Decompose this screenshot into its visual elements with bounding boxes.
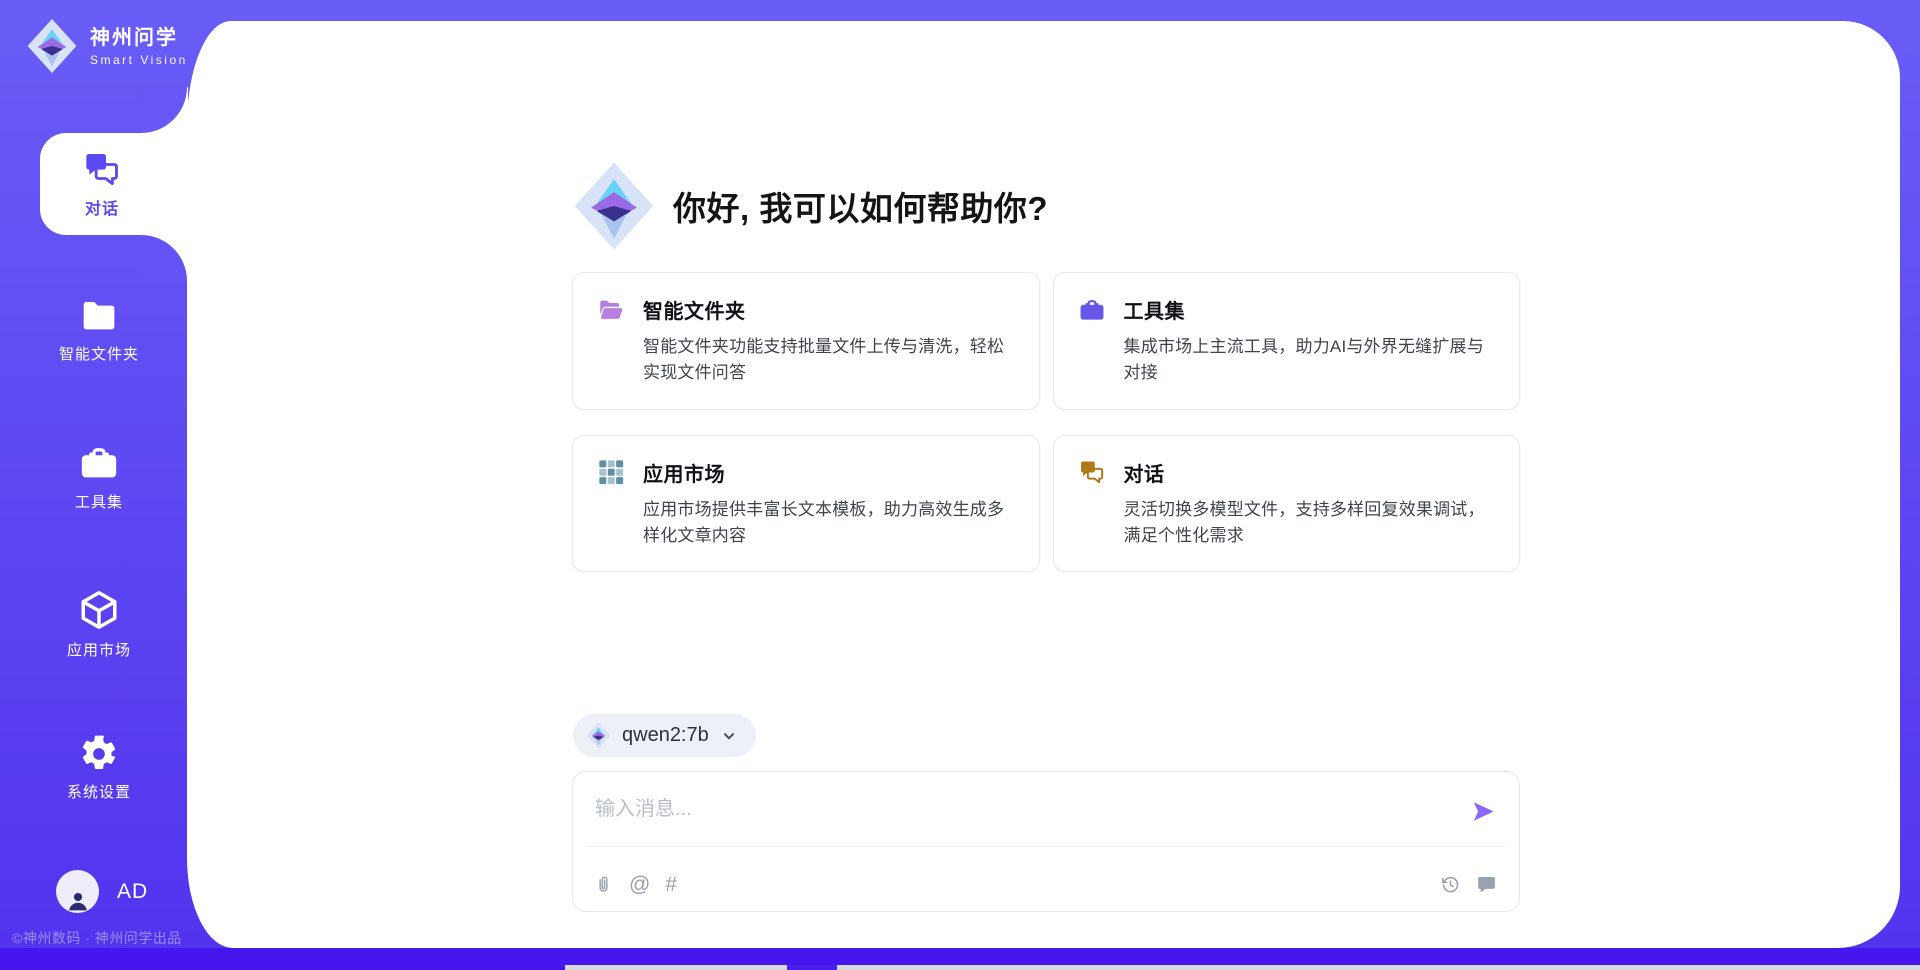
send-button[interactable]: [1470, 798, 1497, 825]
scrollbar-thumb[interactable]: [787, 965, 837, 970]
sidebar-item-settings[interactable]: 系统设置: [6, 734, 192, 802]
assistant-logo-icon: [573, 161, 655, 251]
greeting: 你好, 我可以如何帮助你?: [573, 160, 1048, 252]
user-name: AD: [117, 880, 148, 904]
toolbox-icon: [78, 442, 120, 484]
folder-icon: [79, 296, 119, 336]
comment-icon: [1476, 874, 1497, 895]
grid-icon: [597, 458, 625, 486]
topic-button[interactable]: #: [665, 874, 677, 895]
chat-icon: [1078, 458, 1106, 486]
card-smart-folder[interactable]: 智能文件夹 智能文件夹功能支持批量文件上传与清洗，轻松实现文件问答: [572, 272, 1040, 410]
card-description: 灵活切换多模型文件，支持多样回复效果调试，满足个性化需求: [1124, 497, 1496, 550]
brand-diamond-icon: [26, 18, 78, 74]
card-title: 智能文件夹: [643, 295, 746, 324]
sidebar-item-toolset[interactable]: 工具集: [6, 442, 192, 512]
composer-divider: [587, 846, 1505, 847]
send-icon: [1470, 798, 1497, 825]
history-icon: [1440, 874, 1461, 895]
card-description: 应用市场提供丰富长文本模板，助力高效生成多样化文章内容: [643, 497, 1015, 550]
sidebar-item-smart-folder[interactable]: 智能文件夹: [6, 296, 192, 364]
cube-icon: [77, 588, 121, 632]
brand-name: 神州问学: [90, 26, 188, 50]
card-title: 工具集: [1124, 295, 1186, 324]
sidebar-item-label: 对话: [85, 195, 119, 219]
gear-icon: [79, 734, 119, 774]
chevron-down-icon: [720, 727, 738, 745]
card-title: 对话: [1124, 458, 1165, 487]
copyright-footer: ©神州数码 · 神州问学出品: [12, 928, 182, 948]
avatar[interactable]: [56, 870, 99, 913]
sidebar-item-label: 工具集: [75, 491, 123, 512]
user-account[interactable]: AD: [56, 870, 148, 913]
model-logo-icon: [586, 722, 611, 749]
message-input[interactable]: [587, 784, 1457, 836]
attach-file-button[interactable]: [593, 874, 614, 895]
card-title: 应用市场: [643, 458, 725, 487]
chat-icon: [82, 149, 122, 189]
sidebar-item-label: 系统设置: [67, 781, 131, 802]
card-chat[interactable]: 对话 灵活切换多模型文件，支持多样回复效果调试，满足个性化需求: [1053, 435, 1521, 573]
folder-open-icon: [597, 296, 625, 324]
model-selector[interactable]: qwen2:7b: [573, 714, 756, 757]
paperclip-icon: [593, 874, 614, 895]
sidebar-item-chat[interactable]: 对话: [40, 133, 188, 235]
feature-cards: 智能文件夹 智能文件夹功能支持批量文件上传与清洗，轻松实现文件问答 工具集 集成…: [572, 272, 1520, 572]
card-description: 智能文件夹功能支持批量文件上传与清洗，轻松实现文件问答: [643, 334, 1015, 387]
sidebar-item-label: 智能文件夹: [59, 343, 139, 364]
horizontal-scrollbar[interactable]: [565, 965, 1920, 970]
card-app-market[interactable]: 应用市场 应用市场提供丰富长文本模板，助力高效生成多样化文章内容: [572, 435, 1040, 573]
mention-button[interactable]: @: [629, 874, 650, 895]
card-toolset[interactable]: 工具集 集成市场上主流工具，助力AI与外界无缝扩展与对接: [1053, 272, 1521, 410]
user-icon: [64, 887, 92, 913]
model-name: qwen2:7b: [622, 724, 709, 747]
toolbox-icon: [1078, 296, 1106, 324]
app-brand: 神州问学 Smart Vision: [26, 18, 188, 74]
message-composer: @ #: [572, 771, 1520, 912]
brand-subtitle: Smart Vision: [90, 53, 188, 67]
new-conversation-button[interactable]: [1476, 874, 1497, 895]
card-description: 集成市场上主流工具，助力AI与外界无缝扩展与对接: [1124, 334, 1496, 387]
greeting-text: 你好, 我可以如何帮助你?: [673, 182, 1048, 230]
sidebar-item-label: 应用市场: [67, 639, 131, 660]
sidebar-item-app-market[interactable]: 应用市场: [6, 588, 192, 660]
history-button[interactable]: [1440, 874, 1461, 895]
